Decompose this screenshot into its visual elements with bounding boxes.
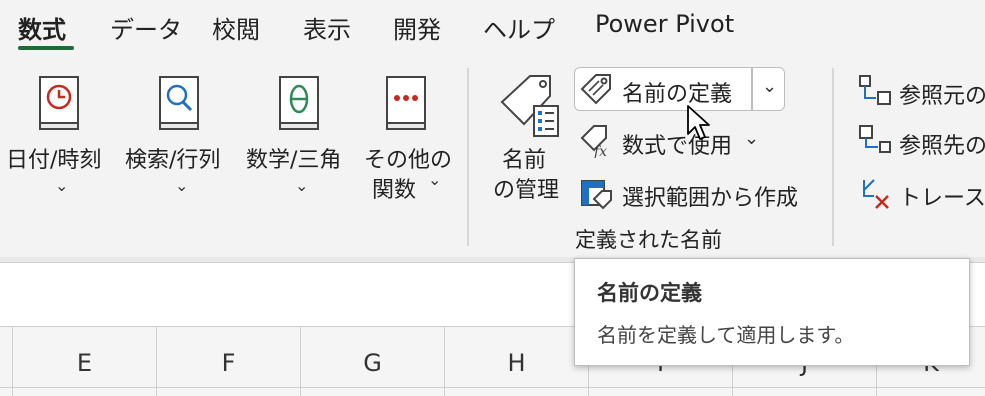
- trace-precedents-icon: [859, 75, 891, 105]
- remove-arrows-label: トレース矢: [899, 186, 985, 211]
- chevron-down-icon: ⌄: [428, 170, 442, 189]
- tab-help[interactable]: ヘルプ: [483, 10, 555, 45]
- lookup-label: 検索/行列: [125, 148, 221, 173]
- chevron-down-icon: ⌄: [175, 176, 189, 195]
- define-name-split-divider: [751, 67, 753, 111]
- create-from-selection-label: 選択範囲から作成: [622, 186, 799, 211]
- chevron-down-icon: ⌄: [744, 128, 760, 149]
- tooltip-description: 名前を定義して適用します。: [597, 323, 855, 347]
- define-name-tooltip: 名前の定義 名前を定義して適用します。: [574, 258, 970, 366]
- svg-text:fx: fx: [593, 144, 607, 158]
- use-in-formula-label: 数式で使用: [622, 134, 733, 159]
- theta-icon: [279, 76, 319, 130]
- name-manager-icon: [500, 75, 559, 137]
- search-icon: [159, 76, 199, 130]
- tooltip-title: 名前の定義: [597, 281, 702, 305]
- name-manager-label-1: 名前: [502, 148, 547, 173]
- grid-line: [0, 387, 985, 388]
- ribbon-tab-bar: 数式 データ 校閲 表示 開発 ヘルプ Power Pivot: [0, 0, 985, 57]
- group-separator: [467, 68, 469, 246]
- create-from-selection-icon: [581, 180, 612, 210]
- dots-icon: [386, 76, 426, 130]
- column-header-g[interactable]: G: [300, 327, 444, 396]
- tag-fx-icon: fx: [580, 125, 607, 158]
- tab-developer[interactable]: 開発: [393, 10, 441, 45]
- tab-data[interactable]: データ: [110, 10, 182, 45]
- column-header-h[interactable]: H: [444, 327, 588, 396]
- tab-formulas[interactable]: 数式: [18, 10, 66, 45]
- defined-names-group-label: 定義された名前: [575, 228, 722, 252]
- remove-arrows-icon: [863, 179, 889, 209]
- tab-power-pivot[interactable]: Power Pivot: [595, 10, 734, 38]
- trace-dependents-icon: [859, 125, 891, 153]
- chevron-down-icon: ⌄: [55, 176, 69, 195]
- column-header-e[interactable]: E: [12, 327, 156, 396]
- active-tab-indicator: [18, 46, 74, 50]
- define-name-label: 名前の定義: [622, 82, 733, 107]
- trace-dependents-label: 参照先の: [899, 134, 985, 159]
- datetime-label: 日付/時刻: [6, 148, 102, 173]
- chevron-down-icon[interactable]: ⌄: [762, 76, 777, 97]
- tag-icon: [580, 74, 611, 105]
- trace-precedents-label: 参照元の: [899, 84, 985, 109]
- more-functions-label-2: 関数: [372, 178, 417, 203]
- group-separator: [832, 68, 834, 246]
- tab-view[interactable]: 表示: [303, 10, 351, 45]
- column-header-f[interactable]: F: [156, 327, 300, 396]
- math-trig-label: 数学/三角: [246, 148, 342, 173]
- mouse-pointer-icon: [687, 105, 710, 140]
- tab-review[interactable]: 校閲: [212, 10, 260, 45]
- chevron-down-icon: ⌄: [295, 176, 309, 195]
- clock-icon: [39, 76, 79, 130]
- name-manager-label-2: の管理: [493, 178, 560, 203]
